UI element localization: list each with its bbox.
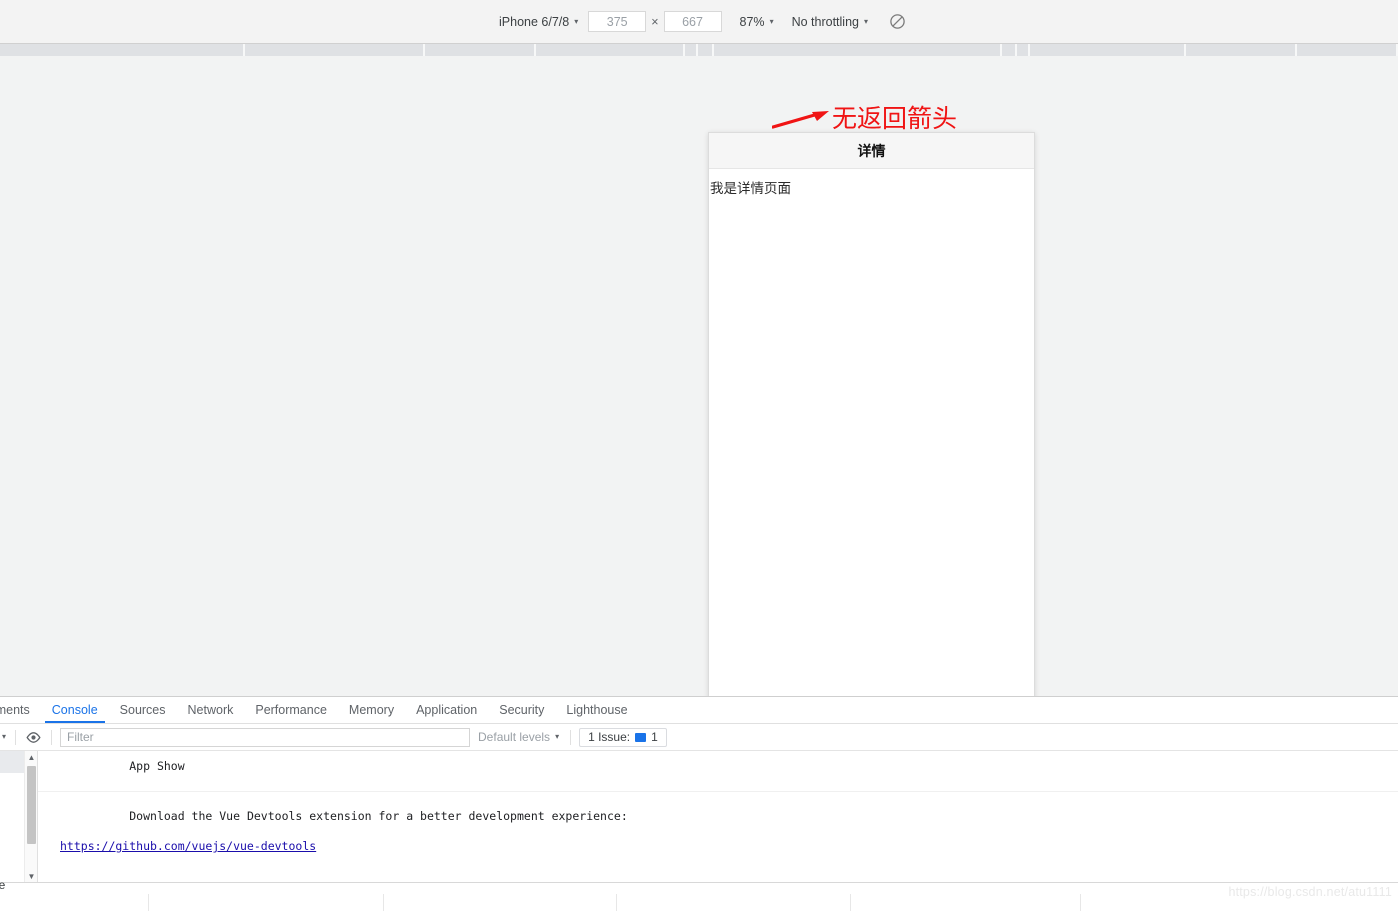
- chevron-down-icon: ▾: [555, 732, 560, 741]
- tab-console-label: Console: [51, 703, 98, 717]
- ruler-segment: [1030, 44, 1184, 56]
- log-level-label: Default levels: [478, 730, 551, 744]
- scrollbar-thumb[interactable]: [27, 766, 36, 844]
- app-page-content: 我是详情页面: [709, 169, 1034, 710]
- tab-lighthouse[interactable]: Lighthouse: [555, 697, 638, 723]
- dimension-separator: ×: [651, 14, 659, 29]
- viewport-width-value: 375: [606, 14, 628, 29]
- tab-application-label: Application: [416, 703, 478, 717]
- tab-performance[interactable]: Performance: [244, 697, 338, 723]
- console-message[interactable]: Download the Vue Devtools extension for …: [38, 792, 1398, 883]
- device-selector[interactable]: iPhone 6/7/8 ▾: [492, 11, 585, 33]
- viewport-height-value: 667: [682, 14, 703, 29]
- console-filter-input[interactable]: [60, 727, 471, 747]
- arrow-right-icon: [772, 110, 829, 129]
- tab-divider: [616, 894, 617, 911]
- tab-network[interactable]: Network: [177, 697, 245, 723]
- tab-lighthouse-label: Lighthouse: [566, 703, 628, 717]
- viewport-height-input[interactable]: 667: [663, 11, 722, 32]
- ruler-segment: [0, 44, 243, 56]
- annotation-no-back-arrow: 无返回箭头: [772, 106, 957, 131]
- eye-icon[interactable]: [19, 731, 48, 743]
- execution-context-selector[interactable]: ▾: [0, 733, 12, 741]
- ruler-segment: [684, 44, 697, 56]
- toolbar-divider: [51, 729, 53, 745]
- tab-application[interactable]: Application: [405, 697, 488, 723]
- ruler-segment: [1185, 44, 1295, 56]
- log-level-selector[interactable]: Default levels ▾: [470, 730, 567, 744]
- scroll-up-icon[interactable]: ▲: [25, 751, 37, 764]
- devtools-tabbar: lements Console Sources Network Performa…: [0, 697, 1398, 724]
- app-page-text: 我是详情页面: [710, 181, 791, 197]
- tab-console[interactable]: Console: [41, 697, 109, 723]
- console-body: a… m… ors ing ose ▲ ▼: [0, 751, 1398, 883]
- ruler-segment: [1016, 44, 1029, 56]
- issues-label: 1 Issue:: [588, 730, 631, 744]
- device-viewport: 详情 我是详情页面: [708, 132, 1035, 711]
- tab-divider: [383, 894, 384, 911]
- watermark-text: https://blog.csdn.net/atu1111: [1228, 885, 1392, 899]
- throttling-label: No throttling: [791, 14, 859, 29]
- chevron-down-icon: ▾: [769, 16, 774, 26]
- ruler-segment: [1296, 44, 1396, 56]
- console-sidebar-item-verbose-overflow[interactable]: ose: [0, 875, 38, 895]
- device-toolbar-controls: iPhone 6/7/8 ▾ 375 × 667 87% ▾ No thrott…: [492, 11, 906, 33]
- tab-memory[interactable]: Memory: [338, 697, 405, 723]
- tab-sources[interactable]: Sources: [109, 697, 177, 723]
- rotate-device-icon[interactable]: [889, 13, 906, 30]
- annotation-label: 无返回箭头: [832, 104, 958, 133]
- console-message-text: App Show: [129, 759, 185, 773]
- bottom-strip: ose https://blog.csdn.net/atu1111: [0, 878, 1398, 911]
- screen-root: iPhone 6/7/8 ▾ 375 × 667 87% ▾ No thrott…: [0, 0, 1398, 911]
- device-selector-label: iPhone 6/7/8: [499, 14, 570, 29]
- console-sidebar-scrollbar[interactable]: ▲ ▼: [24, 751, 37, 883]
- tab-divider: [1080, 894, 1081, 911]
- device-emulation-toolbar: iPhone 6/7/8 ▾ 375 × 667 87% ▾ No thrott…: [0, 0, 1398, 44]
- ruler-segment: [1001, 44, 1015, 56]
- issues-count: 1: [651, 730, 658, 744]
- tab-security-label: Security: [499, 703, 545, 717]
- tab-network-label: Network: [187, 703, 234, 717]
- page-preview-canvas: 无返回箭头 详情 我是详情页面: [0, 56, 1398, 711]
- console-message-list[interactable]: App Show Download the Vue Devtools exten…: [38, 751, 1398, 883]
- ruler-segment: [244, 44, 424, 56]
- issues-badge[interactable]: 1 Issue: 1: [579, 727, 667, 747]
- throttling-selector[interactable]: No throttling ▾: [785, 11, 875, 33]
- console-message-link[interactable]: https://github.com/vuejs/vue-devtools: [60, 839, 1398, 854]
- viewport-ruler-strip: [0, 44, 1398, 56]
- bottom-tab-marks: [0, 894, 1398, 911]
- tab-performance-label: Performance: [255, 703, 327, 717]
- console-message[interactable]: App Show: [38, 751, 1398, 792]
- ruler-segment: [698, 44, 713, 56]
- app-navbar: 详情: [709, 133, 1034, 169]
- tab-security[interactable]: Security: [488, 697, 555, 723]
- zoom-label: 87%: [739, 14, 765, 29]
- tab-memory-label: Memory: [348, 703, 395, 717]
- tab-divider: [148, 894, 149, 911]
- ruler-segment: [425, 44, 534, 56]
- devtools-panel: lements Console Sources Network Performa…: [0, 696, 1398, 883]
- toolbar-divider: [15, 729, 17, 745]
- ruler-segment: [714, 44, 1000, 56]
- chevron-down-icon: ▾: [574, 16, 579, 26]
- chevron-down-icon: ▾: [2, 732, 7, 741]
- zoom-selector[interactable]: 87% ▾: [733, 11, 781, 33]
- tab-elements[interactable]: lements: [0, 697, 41, 723]
- tab-sources-label: Sources: [119, 703, 166, 717]
- issue-message-icon: [635, 732, 647, 742]
- console-sidebar: a… m… ors ing ose ▲ ▼: [0, 751, 38, 883]
- ruler-segment: [535, 44, 683, 56]
- tab-divider: [850, 894, 851, 911]
- viewport-width-input[interactable]: 375: [588, 11, 647, 32]
- console-sidebar-item-label: ose: [0, 878, 6, 892]
- tab-elements-label: lements: [0, 703, 30, 717]
- toolbar-divider: [570, 729, 572, 745]
- console-filter-bar: ▾ Default levels ▾ 1 Issue: 1: [0, 724, 1398, 751]
- chevron-down-icon: ▾: [863, 16, 868, 26]
- console-message-text: Download the Vue Devtools extension for …: [129, 809, 628, 823]
- app-navbar-title: 详情: [857, 143, 886, 160]
